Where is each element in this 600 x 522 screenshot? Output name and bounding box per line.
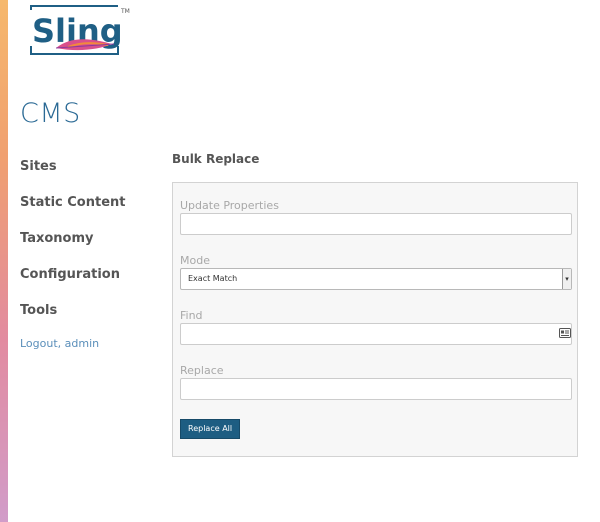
accent-bar xyxy=(0,0,8,522)
sidebar-item-static-content[interactable]: Static Content xyxy=(20,194,125,230)
mode-select-value: Exact Match xyxy=(188,274,238,283)
sidebar-item-sites[interactable]: Sites xyxy=(20,158,125,194)
page-title: Bulk Replace xyxy=(172,152,260,166)
app-title: CMS xyxy=(20,98,81,129)
sidebar-item-configuration[interactable]: Configuration xyxy=(20,266,125,302)
logout-link[interactable]: Logout, admin xyxy=(20,336,125,352)
replace-label: Replace xyxy=(180,364,224,377)
sling-logo[interactable]: Sling TM xyxy=(28,4,134,60)
update-properties-input[interactable] xyxy=(180,213,572,235)
page: Sling TM CMS Sites Static Content Taxono… xyxy=(0,0,600,522)
bulk-replace-form: Update Properties Mode Exact Match ▾ Fin… xyxy=(172,182,578,457)
find-field-wrapper xyxy=(173,323,579,345)
find-label: Find xyxy=(180,309,203,322)
mode-select[interactable]: Exact Match ▾ xyxy=(180,268,572,290)
sidebar-item-tools[interactable]: Tools xyxy=(20,302,125,338)
sidebar-item-taxonomy[interactable]: Taxonomy xyxy=(20,230,125,266)
replace-input[interactable] xyxy=(180,378,572,400)
contact-card-icon[interactable] xyxy=(559,328,571,338)
sidebar-nav: Sites Static Content Taxonomy Configurat… xyxy=(20,158,125,352)
find-input[interactable] xyxy=(180,323,572,345)
update-properties-label: Update Properties xyxy=(180,199,279,212)
chevron-down-icon: ▾ xyxy=(562,269,571,289)
sling-logo-mark: Sling TM xyxy=(30,5,130,55)
replace-all-button[interactable]: Replace All xyxy=(180,419,241,439)
trademark-mark: TM xyxy=(120,8,130,15)
mode-label: Mode xyxy=(180,254,210,267)
